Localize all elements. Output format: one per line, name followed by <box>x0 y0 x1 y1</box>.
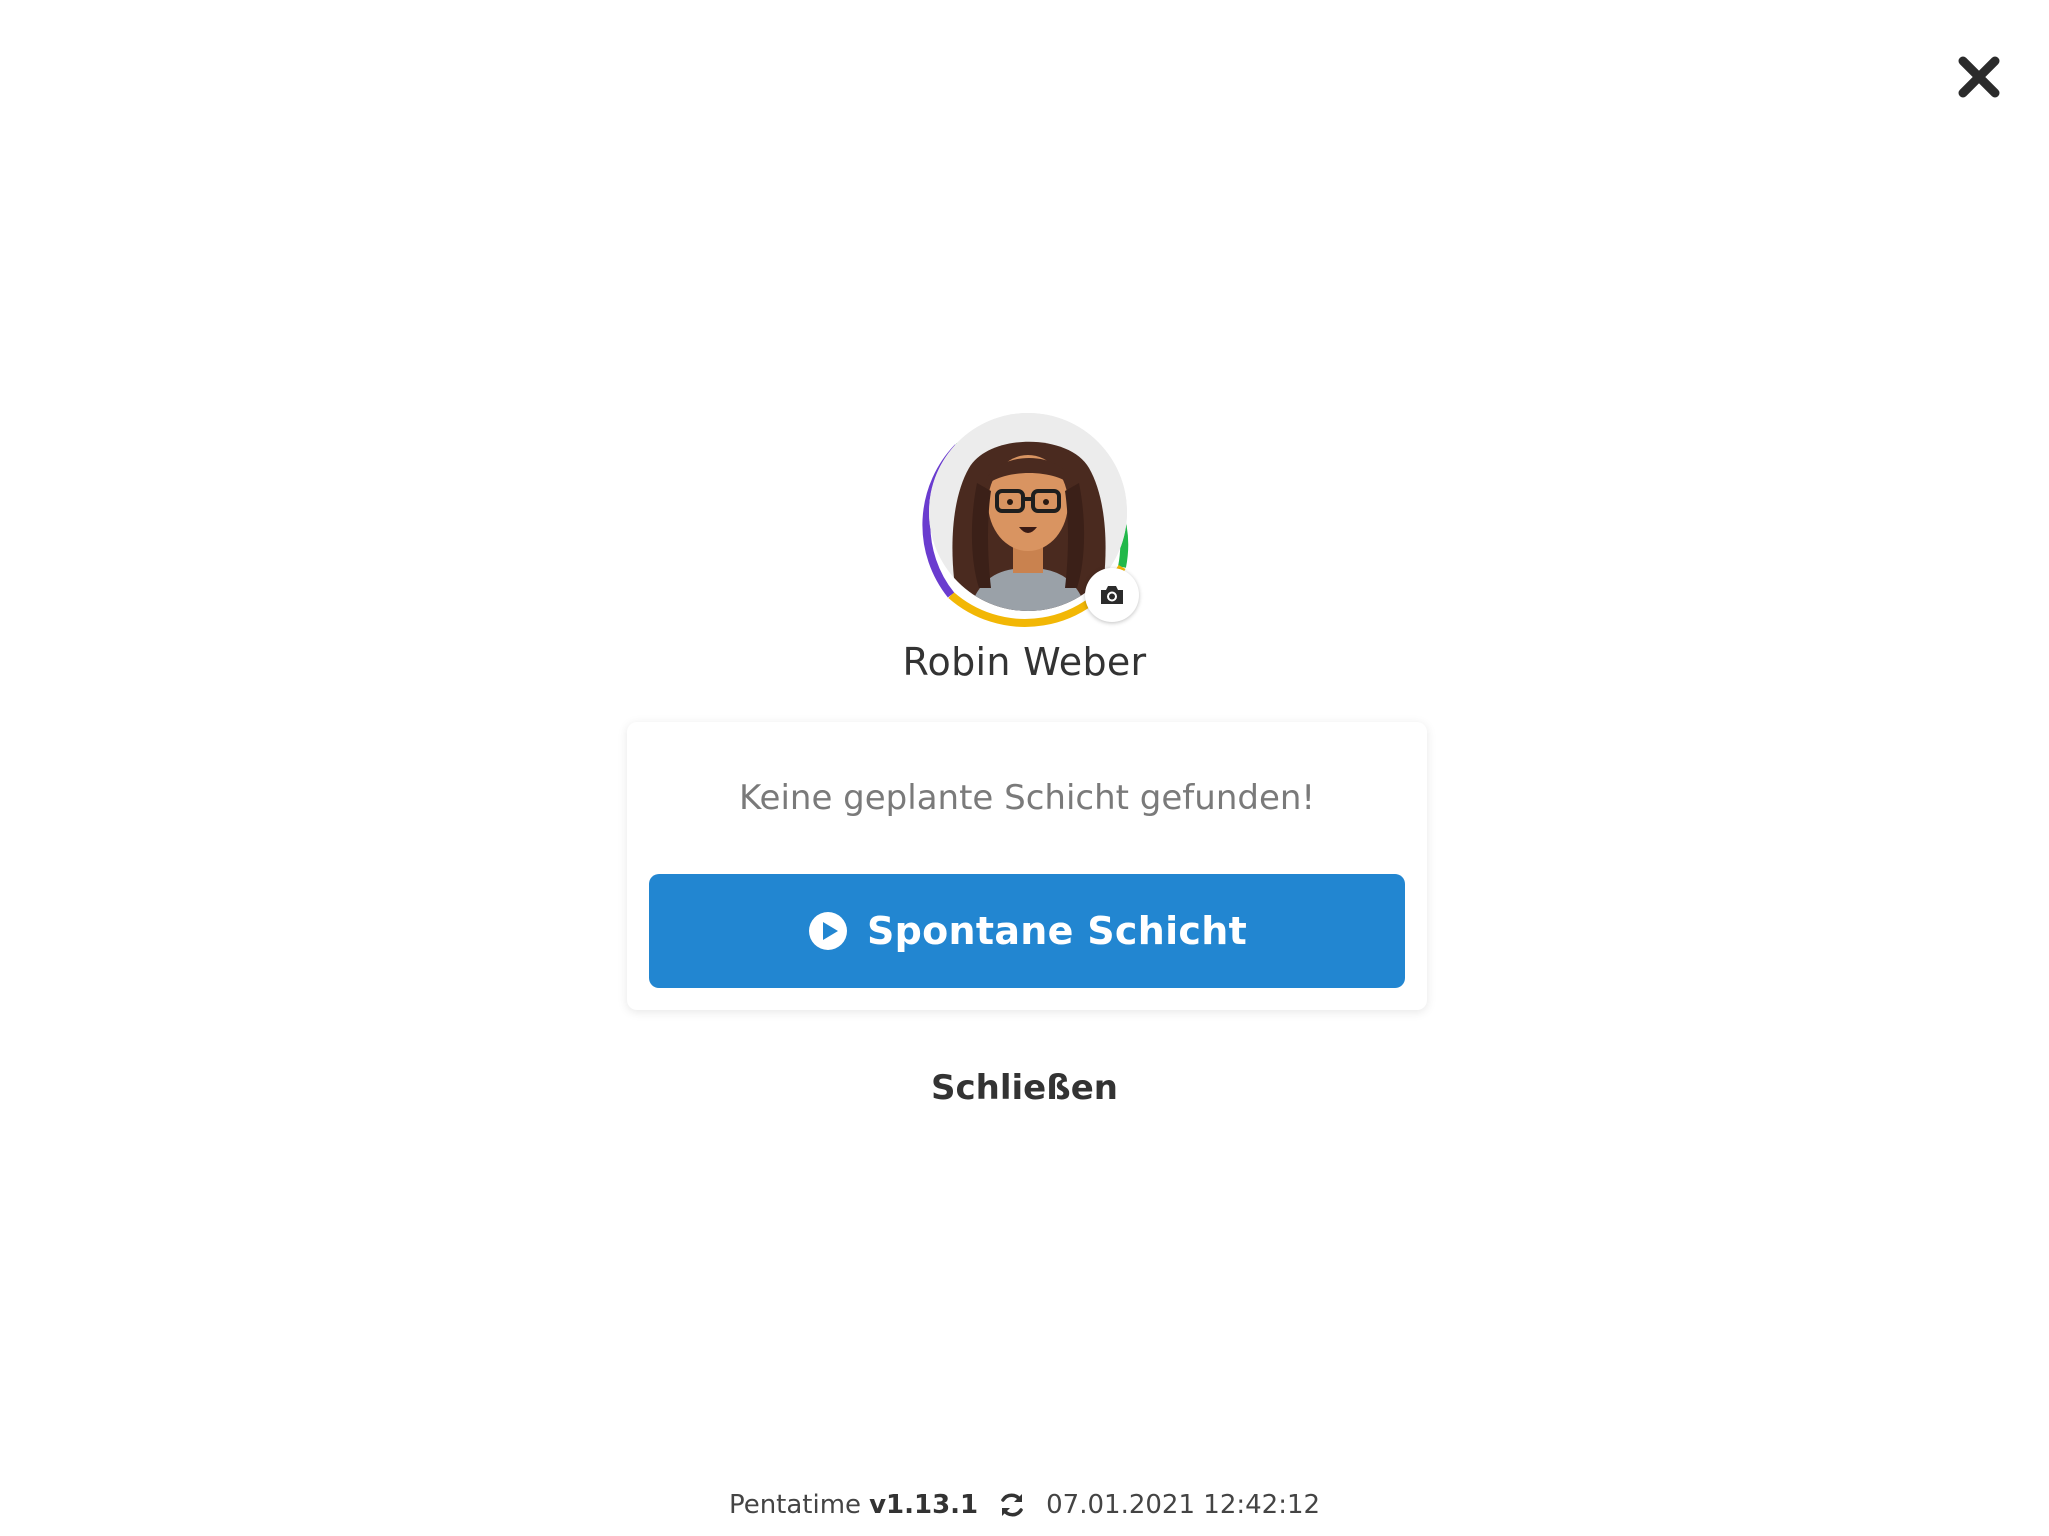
close-icon[interactable] <box>1954 52 2004 102</box>
shift-dialog: Robin Weber Keine geplante Schicht gefun… <box>0 0 2049 1536</box>
spontaneous-shift-button[interactable]: Spontane Schicht <box>649 874 1405 988</box>
spontaneous-shift-label: Spontane Schicht <box>866 909 1248 953</box>
no-shift-message: Keine geplante Schicht gefunden! <box>738 778 1316 818</box>
play-circle-icon <box>807 910 849 952</box>
profile-avatar <box>911 395 1145 629</box>
close-button[interactable]: Schließen <box>0 1068 2049 1108</box>
shift-card: Keine geplante Schicht gefunden! Spontan… <box>627 722 1427 1010</box>
camera-icon <box>1101 586 1123 604</box>
app-name: Pentatime <box>728 1490 862 1520</box>
footer: Pentatime v1.13.1 07.01.2021 12:42:12 <box>0 1490 2049 1520</box>
app-version: v1.13.1 <box>869 1490 979 1520</box>
refresh-icon[interactable] <box>998 1491 1026 1519</box>
sync-timestamp: 07.01.2021 12:42:12 <box>1046 1490 1321 1520</box>
user-name: Robin Weber <box>902 640 1147 684</box>
camera-button[interactable] <box>1085 568 1139 622</box>
